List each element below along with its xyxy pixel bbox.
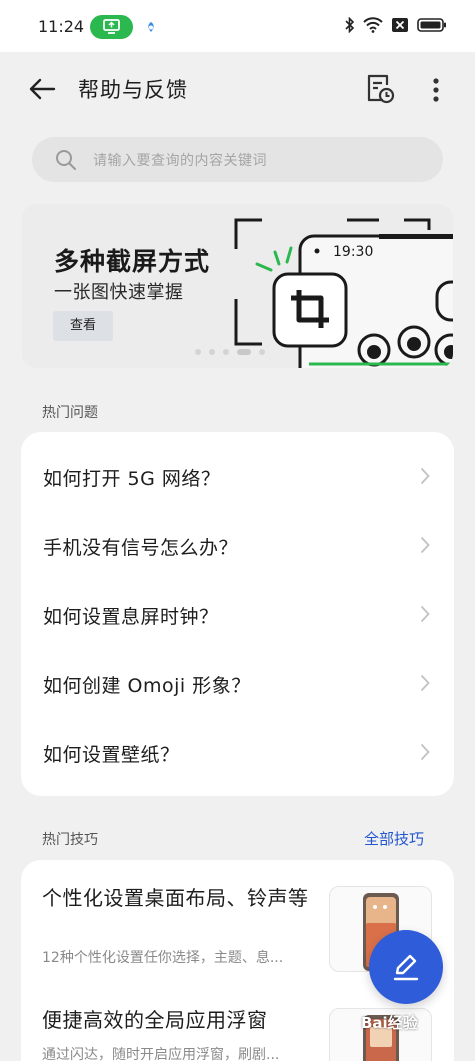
search-placeholder: 请输入要查询的内容关键词 [93,153,267,169]
faq-section-label: 热门问题 [42,405,98,421]
status-time: 11:24 [38,17,85,36]
search-input[interactable]: 请输入要查询的内容关键词 [32,137,443,182]
faq-item[interactable]: 如何打开 5G 网络？ [21,442,454,510]
banner-view-button[interactable]: 查看 [53,311,113,341]
faq-question: 如何打开 5G 网络？ [43,468,221,490]
watermark: Bai经验 [361,1014,418,1032]
faq-item[interactable]: 手机没有信号怎么办？ [21,511,454,579]
chevron-right-icon [420,674,430,692]
battery-icon [417,18,446,32]
status-icons [345,17,447,33]
app-notification-icon [148,22,154,32]
faq-item[interactable]: 如何设置壁纸？ [21,718,454,786]
app-header: 帮助与反馈 [0,52,475,126]
faq-item[interactable]: 如何创建 Omoji 形象？ [21,649,454,717]
chevron-right-icon [420,743,430,761]
banner-phone-time: 19:30 [333,244,373,260]
faq-question: 如何设置息屏时钟？ [43,606,219,628]
faq-question: 手机没有信号怎么办？ [43,537,239,559]
faq-question: 如何创建 Omoji 形象？ [43,675,251,697]
feedback-compose-button[interactable] [369,930,443,1004]
chevron-right-icon [420,605,430,623]
tips-section-label: 热门技巧 [42,832,98,848]
feedback-history-icon[interactable] [365,73,395,105]
back-arrow-icon[interactable] [28,77,56,101]
status-bar: 11:24 [0,0,475,52]
chevron-right-icon [420,536,430,554]
tip-description: 通过闪达，随时开启应用浮窗，刷剧... [42,1047,280,1061]
faq-question: 如何设置壁纸？ [43,744,180,766]
screen-cast-badge[interactable] [90,15,133,39]
search-icon [56,150,76,170]
page-title: 帮助与反馈 [78,78,188,102]
chevron-right-icon [420,467,430,485]
promo-banner[interactable]: 多种截屏方式 一张图快速掌握 查看 19:30 [22,204,453,368]
faq-card: 如何打开 5G 网络？ 手机没有信号怎么办？ 如何设置息屏时钟？ 如何创建 Om… [21,432,454,796]
banner-title: 多种截屏方式 [54,247,211,276]
banner-page-indicator [195,349,265,355]
no-sim-icon [392,18,408,32]
wifi-icon [363,17,383,33]
edit-icon [393,954,419,981]
more-options-icon[interactable] [428,76,444,104]
banner-subtitle: 一张图快速掌握 [54,282,184,303]
tip-title: 个性化设置桌面布局、铃声等 [42,886,309,910]
bluetooth-icon [345,17,355,33]
screenshot-illustration: 19:30 [234,218,453,368]
tip-description: 12种个性化设置任你选择，主题、息... [42,950,284,966]
faq-item[interactable]: 如何设置息屏时钟？ [21,580,454,648]
screen-cast-icon [103,19,120,34]
all-tips-link[interactable]: 全部技巧 [364,828,424,849]
tip-title: 便捷高效的全局应用浮窗 [42,1008,268,1032]
